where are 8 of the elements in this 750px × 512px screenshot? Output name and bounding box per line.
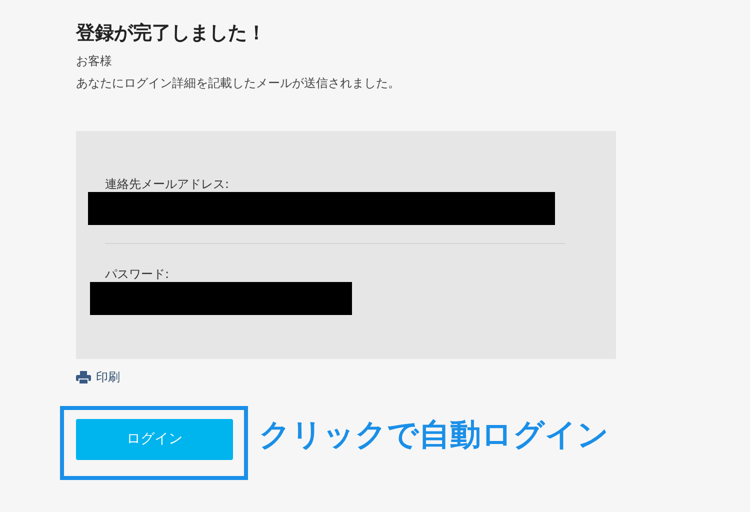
print-link[interactable]: 印刷	[76, 368, 120, 386]
annotation-text: クリックで自動ログイン	[259, 416, 609, 455]
printer-icon	[76, 370, 91, 384]
greeting-text: お客様	[76, 53, 113, 70]
page-title: 登録が完了しました！	[76, 21, 267, 46]
field-label: 連絡先メールアドレス:	[105, 176, 230, 192]
field-label: パスワード:	[105, 266, 170, 282]
message-text: あなたにログイン詳細を記載したメールが送信されました。	[76, 75, 401, 92]
